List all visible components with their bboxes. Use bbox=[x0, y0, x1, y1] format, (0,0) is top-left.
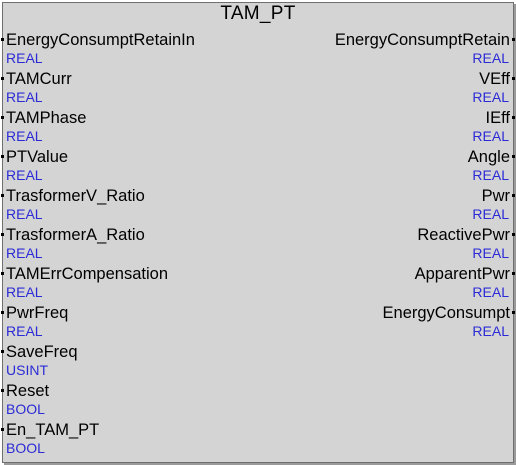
input-pin-save-freq[interactable]: SaveFreq USINT bbox=[1, 342, 78, 381]
output-connector[interactable] bbox=[512, 194, 515, 197]
input-connector[interactable] bbox=[1, 311, 4, 314]
output-pin-name: Angle bbox=[467, 148, 510, 166]
input-connector[interactable] bbox=[1, 194, 4, 197]
input-pin-type: REAL bbox=[6, 89, 43, 105]
output-pin-type: REAL bbox=[472, 245, 509, 261]
input-connector[interactable] bbox=[1, 116, 4, 119]
input-pin-trasformer-v-ratio[interactable]: TrasformerV_Ratio REAL bbox=[1, 186, 145, 225]
input-pin-type: USINT bbox=[6, 362, 48, 378]
output-connector[interactable] bbox=[512, 116, 515, 119]
input-pin-name: EnergyConsumptRetainIn bbox=[6, 31, 195, 49]
output-connector[interactable] bbox=[512, 38, 515, 41]
input-connector[interactable] bbox=[1, 428, 4, 431]
input-pin-type: REAL bbox=[6, 284, 43, 300]
input-pin-pt-value[interactable]: PTValue REAL bbox=[1, 147, 69, 186]
block-title: TAM_PT bbox=[220, 3, 296, 24]
output-pin-type: REAL bbox=[472, 50, 509, 66]
input-pin-tam-err-compensation[interactable]: TAMErrCompensation REAL bbox=[1, 264, 168, 303]
input-connector[interactable] bbox=[1, 389, 4, 392]
output-pin-energy-consumpt-retain[interactable]: EnergyConsumptRetain REAL bbox=[334, 30, 515, 69]
input-pin-name: TAMPhase bbox=[6, 109, 87, 127]
output-pin-pwr[interactable]: Pwr REAL bbox=[472, 186, 515, 225]
input-connector[interactable] bbox=[1, 77, 4, 80]
input-pin-type: REAL bbox=[6, 50, 43, 66]
input-pin-name: En_TAM_PT bbox=[6, 421, 100, 439]
output-pin-energy-consumpt[interactable]: EnergyConsumpt REAL bbox=[382, 303, 515, 342]
input-pin-type: REAL bbox=[6, 206, 43, 222]
input-pin-name: TAMErrCompensation bbox=[6, 265, 168, 283]
input-pin-type: REAL bbox=[6, 167, 43, 183]
output-connector[interactable] bbox=[512, 311, 515, 314]
output-pin-type: REAL bbox=[472, 167, 509, 183]
output-pin-name: Pwr bbox=[481, 187, 510, 205]
input-pin-en-tam-pt[interactable]: En_TAM_PT BOOL bbox=[1, 420, 100, 459]
output-pin-name: EnergyConsumptRetain bbox=[334, 31, 510, 49]
input-pin-tam-phase[interactable]: TAMPhase REAL bbox=[1, 108, 87, 147]
output-pin-type: REAL bbox=[472, 323, 509, 339]
input-connector[interactable] bbox=[1, 272, 4, 275]
input-pin-pwr-freq[interactable]: PwrFreq REAL bbox=[1, 303, 69, 342]
output-pin-i-eff[interactable]: IEff REAL bbox=[472, 108, 515, 147]
output-pin-reactive-pwr[interactable]: ReactivePwr REAL bbox=[417, 225, 515, 264]
input-pin-name: PTValue bbox=[6, 148, 69, 166]
output-connector[interactable] bbox=[512, 272, 515, 275]
input-pin-name: TAMCurr bbox=[6, 70, 72, 88]
input-pin-energy-consumpt-retain-in[interactable]: EnergyConsumptRetainIn REAL bbox=[1, 30, 195, 69]
output-pin-v-eff[interactable]: VEff REAL bbox=[472, 69, 515, 108]
input-pin-name: SaveFreq bbox=[6, 343, 78, 361]
output-connector[interactable] bbox=[512, 155, 515, 158]
input-pin-name: Reset bbox=[6, 382, 50, 400]
output-pin-type: REAL bbox=[472, 89, 509, 105]
input-pin-type: BOOL bbox=[6, 401, 45, 417]
input-pin-reset[interactable]: Reset BOOL bbox=[1, 381, 50, 420]
input-connector[interactable] bbox=[1, 350, 4, 353]
output-pin-name: ReactivePwr bbox=[417, 226, 510, 244]
output-pin-name: VEff bbox=[479, 70, 510, 88]
input-pin-name: TrasformerV_Ratio bbox=[6, 187, 145, 205]
output-pin-name: IEff bbox=[485, 109, 510, 127]
output-pin-apparent-pwr[interactable]: ApparentPwr REAL bbox=[414, 264, 515, 303]
input-pin-name: TrasformerA_Ratio bbox=[6, 226, 145, 244]
output-pin-name: ApparentPwr bbox=[414, 265, 510, 283]
input-pin-tam-curr[interactable]: TAMCurr REAL bbox=[1, 69, 72, 108]
input-connector[interactable] bbox=[1, 38, 4, 41]
function-block-tam-pt[interactable]: TAM_PT EnergyConsumptRetainIn REAL TAMCu… bbox=[1, 2, 515, 463]
input-pin-name: PwrFreq bbox=[6, 304, 69, 322]
output-pin-type: REAL bbox=[472, 128, 509, 144]
output-pin-angle[interactable]: Angle REAL bbox=[467, 147, 515, 186]
input-pin-trasformer-a-ratio[interactable]: TrasformerA_Ratio REAL bbox=[1, 225, 145, 264]
output-connector[interactable] bbox=[512, 77, 515, 80]
input-pin-type: REAL bbox=[6, 128, 43, 144]
input-connector[interactable] bbox=[1, 155, 4, 158]
input-pin-type: BOOL bbox=[6, 440, 45, 456]
output-pin-name: EnergyConsumpt bbox=[382, 304, 510, 322]
output-pin-type: REAL bbox=[472, 284, 509, 300]
input-pin-type: REAL bbox=[6, 323, 43, 339]
input-pin-type: REAL bbox=[6, 245, 43, 261]
output-connector[interactable] bbox=[512, 233, 515, 236]
input-connector[interactable] bbox=[1, 233, 4, 236]
output-pin-type: REAL bbox=[472, 206, 509, 222]
